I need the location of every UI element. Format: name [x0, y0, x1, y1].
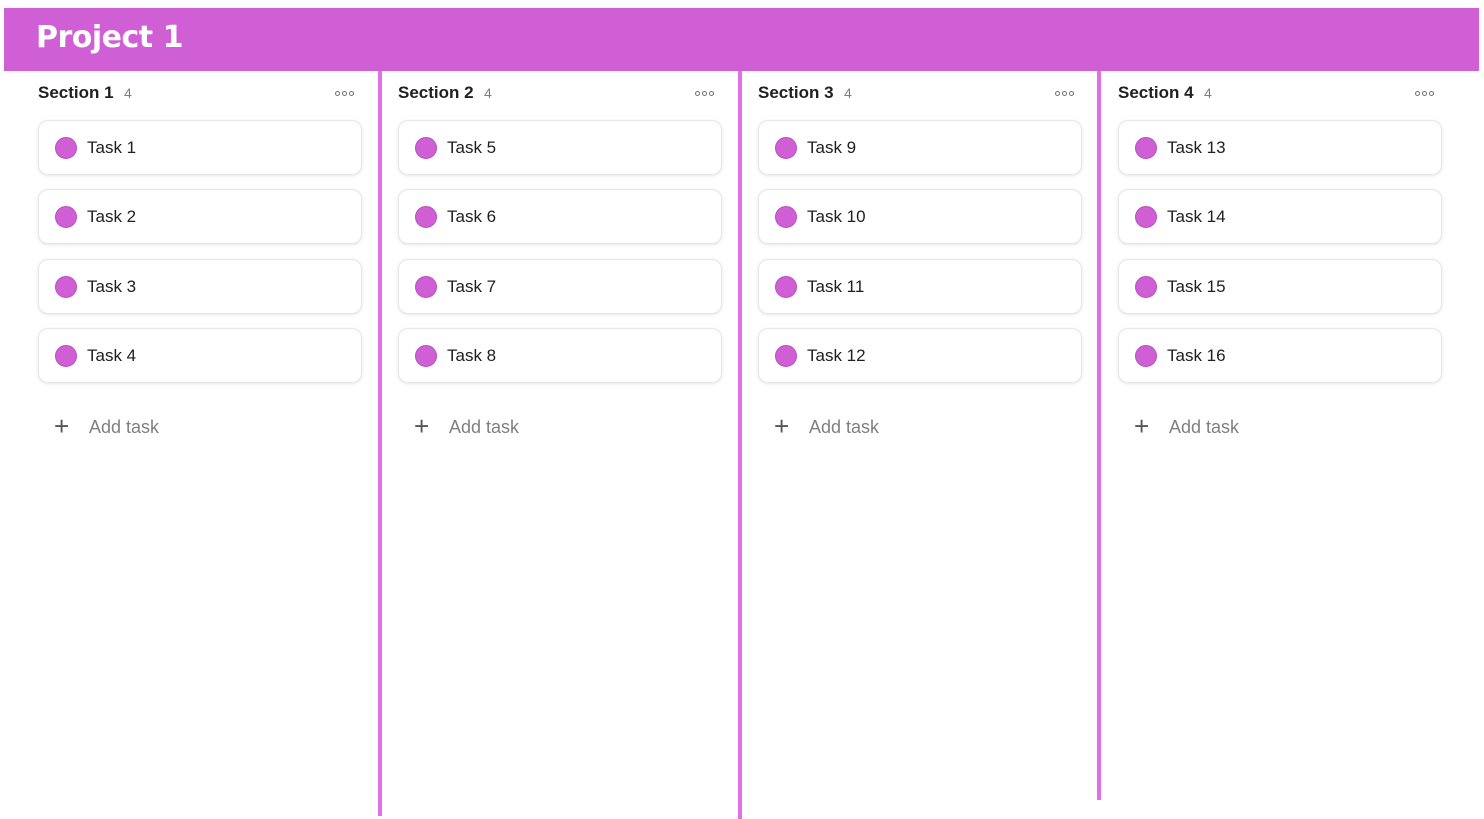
project-title[interactable]: Project 1 [36, 19, 183, 57]
task-card[interactable]: Task 13 [1118, 120, 1442, 175]
add-task-button[interactable]: + Add task [54, 411, 234, 441]
task-complete-checkbox[interactable] [415, 206, 437, 228]
task-card[interactable]: Task 11 [758, 259, 1082, 314]
add-task-button[interactable]: + Add task [774, 411, 954, 441]
section-header: Section 2 4 [398, 81, 723, 105]
add-task-button[interactable]: + Add task [1134, 411, 1314, 441]
more-horizontal-icon [1054, 90, 1060, 96]
section-divider [1097, 71, 1101, 800]
task-card[interactable]: Task 8 [398, 328, 722, 383]
task-label: Task 5 [447, 138, 497, 157]
task-label: Task 16 [1167, 346, 1226, 365]
task-complete-checkbox[interactable] [1135, 345, 1157, 367]
task-label: Task 14 [1167, 207, 1226, 226]
task-complete-checkbox[interactable] [1135, 206, 1157, 228]
task-card[interactable]: Task 4 [38, 328, 362, 383]
task-label: Task 8 [447, 346, 497, 365]
more-dot [701, 90, 707, 96]
task-complete-checkbox[interactable] [1135, 137, 1157, 159]
add-task-label: Add task [1169, 417, 1240, 437]
task-card[interactable]: Task 14 [1118, 189, 1442, 244]
task-complete-checkbox[interactable] [415, 276, 437, 298]
more-dot [1068, 90, 1074, 96]
task-complete-checkbox[interactable] [55, 276, 77, 298]
section-title[interactable]: Section 3 [758, 83, 834, 103]
task-label: Task 4 [87, 346, 137, 365]
task-label: Task 15 [1167, 277, 1226, 296]
task-card[interactable]: Task 16 [1118, 328, 1442, 383]
plus-icon: + [1134, 411, 1150, 441]
section-more-button[interactable] [331, 87, 357, 99]
more-dot [341, 90, 347, 96]
task-card[interactable]: Task 9 [758, 120, 1082, 175]
task-complete-checkbox[interactable] [1135, 276, 1157, 298]
section-title[interactable]: Section 2 [398, 83, 474, 103]
task-card[interactable]: Task 10 [758, 189, 1082, 244]
section-task-count: 4 [1204, 85, 1212, 101]
more-dot [708, 90, 714, 96]
add-task-label: Add task [89, 417, 160, 437]
task-label: Task 1 [87, 138, 137, 157]
task-label: Task 7 [447, 277, 497, 296]
section-task-count: 4 [484, 85, 492, 101]
task-card[interactable]: Task 12 [758, 328, 1082, 383]
task-card[interactable]: Task 7 [398, 259, 722, 314]
section-divider [378, 71, 382, 816]
section-header: Section 1 4 [38, 81, 363, 105]
project-header: Project 1 [4, 8, 1479, 71]
task-complete-checkbox[interactable] [415, 137, 437, 159]
task-label: Task 12 [807, 346, 866, 365]
task-label: Task 9 [807, 138, 857, 157]
task-label: Task 3 [87, 277, 137, 296]
plus-icon: + [414, 411, 430, 441]
more-dot [1428, 90, 1434, 96]
section-more-button[interactable] [691, 87, 717, 99]
plus-icon: + [54, 411, 70, 441]
section-header: Section 4 4 [1118, 81, 1443, 105]
task-card[interactable]: Task 3 [38, 259, 362, 314]
task-complete-checkbox[interactable] [55, 137, 77, 159]
section-task-count: 4 [844, 85, 852, 101]
task-complete-checkbox[interactable] [775, 206, 797, 228]
plus-icon: + [774, 411, 790, 441]
task-label: Task 10 [807, 207, 866, 226]
task-card[interactable]: Task 5 [398, 120, 722, 175]
section-more-button[interactable] [1051, 87, 1077, 99]
task-card[interactable]: Task 15 [1118, 259, 1442, 314]
task-card[interactable]: Task 2 [38, 189, 362, 244]
more-horizontal-icon [694, 90, 700, 96]
section-task-count: 4 [124, 85, 132, 101]
task-label: Task 6 [447, 207, 497, 226]
section-header: Section 3 4 [758, 81, 1083, 105]
task-complete-checkbox[interactable] [415, 345, 437, 367]
task-complete-checkbox[interactable] [775, 137, 797, 159]
add-task-label: Add task [449, 417, 520, 437]
section-title[interactable]: Section 1 [38, 83, 114, 103]
more-dot [1061, 90, 1067, 96]
task-label: Task 13 [1167, 138, 1226, 157]
task-complete-checkbox[interactable] [55, 345, 77, 367]
add-task-button[interactable]: + Add task [414, 411, 594, 441]
more-horizontal-icon [334, 90, 340, 96]
task-label: Task 11 [807, 277, 865, 296]
task-complete-checkbox[interactable] [775, 276, 797, 298]
task-card[interactable]: Task 6 [398, 189, 722, 244]
add-task-label: Add task [809, 417, 880, 437]
task-complete-checkbox[interactable] [55, 206, 77, 228]
section-more-button[interactable] [1411, 87, 1437, 99]
task-complete-checkbox[interactable] [775, 345, 797, 367]
section-title[interactable]: Section 4 [1118, 83, 1194, 103]
task-card[interactable]: Task 1 [38, 120, 362, 175]
more-horizontal-icon [1414, 90, 1420, 96]
task-label: Task 2 [87, 207, 137, 226]
section-divider [738, 71, 742, 819]
more-dot [348, 90, 354, 96]
more-dot [1421, 90, 1427, 96]
